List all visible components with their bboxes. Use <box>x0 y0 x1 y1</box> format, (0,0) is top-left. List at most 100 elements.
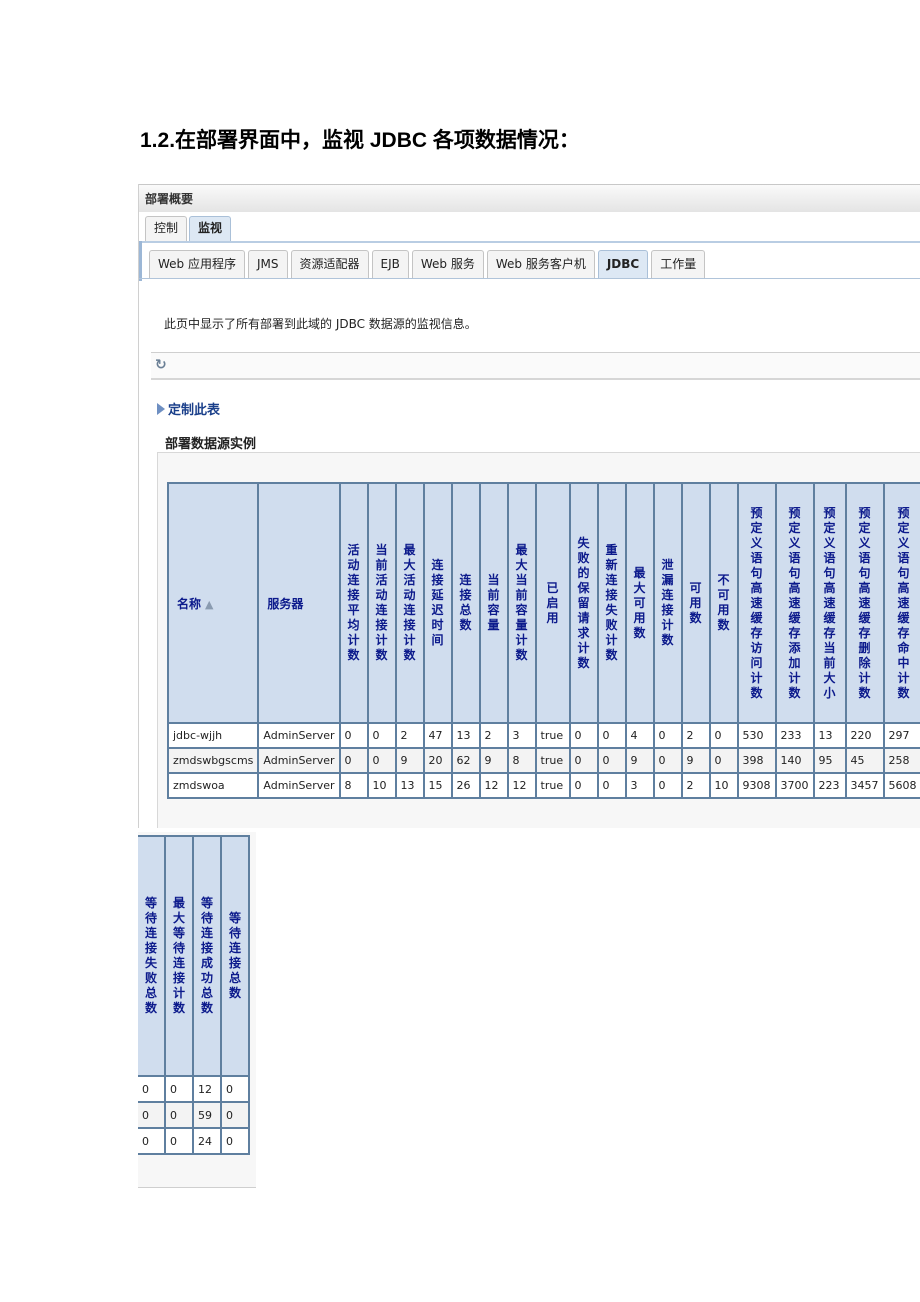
column-header[interactable]: 预定义语句高速缓存添加计数 <box>774 482 815 724</box>
tab-web-service-clients[interactable]: Web 服务客户机 <box>486 250 595 278</box>
table-cell: 0 <box>652 722 683 749</box>
table-cell: 0 <box>138 1101 166 1129</box>
tab-workload[interactable]: 工作量 <box>651 250 706 278</box>
column-header[interactable]: 预定义语句高速缓存删除计数 <box>844 482 885 724</box>
column-header[interactable]: 重新连接失败计数 <box>596 482 627 724</box>
table-cell: 398 <box>736 747 777 774</box>
table-cell: 59 <box>192 1101 222 1129</box>
table-title: 部署数据源实例 <box>165 437 257 452</box>
column-header[interactable]: 等待连接失败总数 <box>138 835 166 1077</box>
column-header-label: 最大可用数 <box>633 565 646 640</box>
table-cell: 3 <box>506 722 537 749</box>
column-header[interactable]: 失败的保留请求计数 <box>568 482 599 724</box>
table-row: zmdswoa AdminServer 8 10 13 15 26 12 12 true 0 0 3 0 2… <box>166 772 920 799</box>
datasource-table: 名称 ▲ 服务器 活动连接平均计数 当前活动连接计数 最大活动连接计数 连接延迟时间 连接总数… <box>166 482 920 799</box>
table-cell: 9 <box>680 747 711 774</box>
table-cell: 0 <box>164 1101 194 1129</box>
table-cell: 0 <box>366 747 397 774</box>
column-header-label: 失败的保留请求计数 <box>577 535 590 670</box>
table-container: 名称 ▲ 服务器 活动连接平均计数 当前活动连接计数 最大活动连接计数 连接延迟时间 连接总数… <box>157 452 920 828</box>
column-header[interactable]: 最大当前容量计数 <box>506 482 537 724</box>
table-cell: 0 <box>220 1101 250 1129</box>
column-header-label: 服务器 <box>267 596 304 611</box>
table-cell: 0 <box>338 722 369 749</box>
column-header[interactable]: 活动连接平均计数 <box>338 482 369 724</box>
table-cell: 0 <box>708 747 739 774</box>
table-cell: true <box>534 772 571 799</box>
column-header-label: 重新连接失败计数 <box>605 543 618 662</box>
column-header[interactable]: 连接延迟时间 <box>422 482 453 724</box>
column-header[interactable]: 等待连接总数 <box>220 835 250 1077</box>
column-header[interactable]: 预定义语句高速缓存当前大小 <box>812 482 847 724</box>
column-header[interactable]: 最大可用数 <box>624 482 655 724</box>
column-header-label: 连接延迟时间 <box>431 558 444 647</box>
column-header[interactable]: 当前容量 <box>478 482 509 724</box>
page-description: 此页中显示了所有部署到此域的 JDBC 数据源的监视信息。 <box>164 317 477 331</box>
refresh-icon[interactable]: ↻ <box>155 357 167 373</box>
column-header-name[interactable]: 名称 ▲ <box>166 482 260 724</box>
tabs-divider <box>139 241 920 243</box>
table-cell: 0 <box>708 722 739 749</box>
column-header[interactable]: 连接总数 <box>450 482 481 724</box>
column-header[interactable]: 泄漏连接计数 <box>652 482 683 724</box>
tab-web-applications[interactable]: Web 应用程序 <box>149 250 245 278</box>
column-header[interactable]: 不可用数 <box>708 482 739 724</box>
column-header-label: 不可用数 <box>717 573 730 632</box>
tab-resource-adapters[interactable]: 资源适配器 <box>290 250 369 278</box>
table-cell: 10 <box>708 772 739 799</box>
table-cell: 0 <box>596 747 627 774</box>
table-cell: 0 <box>652 772 683 799</box>
summary-title-bar: 部署概要 <box>139 184 920 212</box>
table-cell: 0 <box>220 1075 250 1103</box>
table-row: 0 0 59 0 <box>138 1101 250 1129</box>
column-header-label: 最大当前容量计数 <box>515 543 528 662</box>
column-header[interactable]: 最大等待连接计数 <box>164 835 194 1077</box>
column-header[interactable]: 可用数 <box>680 482 711 724</box>
table-cell: 233 <box>774 722 815 749</box>
table-cell: 24 <box>192 1127 222 1155</box>
column-header[interactable]: 当前活动连接计数 <box>366 482 397 724</box>
document-heading: 1.2.在部署界面中，监视 JDBC 各项数据情况： <box>140 129 580 152</box>
table-cell: 0 <box>138 1127 166 1155</box>
table-cell: 13 <box>812 722 847 749</box>
table-cell: 9 <box>394 747 425 774</box>
table-cell: 297 <box>882 722 920 749</box>
tab-jdbc[interactable]: JDBC <box>597 250 649 278</box>
table-cell: 0 <box>568 772 599 799</box>
column-header[interactable]: 已启用 <box>534 482 571 724</box>
column-header-label: 等待连接失败总数 <box>144 896 157 1015</box>
table-cell: 8 <box>506 747 537 774</box>
tab-web-services[interactable]: Web 服务 <box>411 250 484 278</box>
column-header-label: 名称 <box>177 596 202 611</box>
customize-table-link[interactable]: 定制此表 <box>157 399 220 418</box>
table-cell: 2 <box>478 722 509 749</box>
table-cell: 0 <box>652 747 683 774</box>
column-header[interactable]: 等待连接成功总数 <box>192 835 222 1077</box>
column-header[interactable]: 预定义语句高速缓存访问计数 <box>736 482 777 724</box>
table-cell: 0 <box>596 772 627 799</box>
customize-table-label: 定制此表 <box>168 403 221 418</box>
tab-control[interactable]: 控制 <box>145 216 188 241</box>
column-header-label: 可用数 <box>689 580 702 625</box>
tab-jms[interactable]: JMS <box>247 250 288 278</box>
table-cell: jdbc-wjjh <box>166 722 260 749</box>
summary-title: 部署概要 <box>145 192 194 206</box>
column-header[interactable]: 预定义语句高速缓存命中计数 <box>882 482 920 724</box>
table-cell: 223 <box>812 772 847 799</box>
table-cell: 13 <box>450 722 481 749</box>
tab-ejb[interactable]: EJB <box>371 250 409 278</box>
table-cell: 15 <box>422 772 453 799</box>
sub-tabs-divider <box>139 278 920 279</box>
table-toolbar: ↻ <box>151 352 920 380</box>
tab-monitoring[interactable]: 监视 <box>189 216 232 241</box>
column-header-label: 当前活动连接计数 <box>375 543 388 662</box>
table-cell: 3700 <box>774 772 815 799</box>
column-header[interactable]: 最大活动连接计数 <box>394 482 425 724</box>
column-header-server[interactable]: 服务器 <box>257 482 341 724</box>
table-cell: 9308 <box>736 772 777 799</box>
sort-ascending-icon[interactable]: ▲ <box>205 598 213 611</box>
column-header-label: 等待连接成功总数 <box>200 896 213 1015</box>
column-header-label: 活动连接平均计数 <box>347 543 360 662</box>
table-cell: 3 <box>624 772 655 799</box>
table-cell: 26 <box>450 772 481 799</box>
